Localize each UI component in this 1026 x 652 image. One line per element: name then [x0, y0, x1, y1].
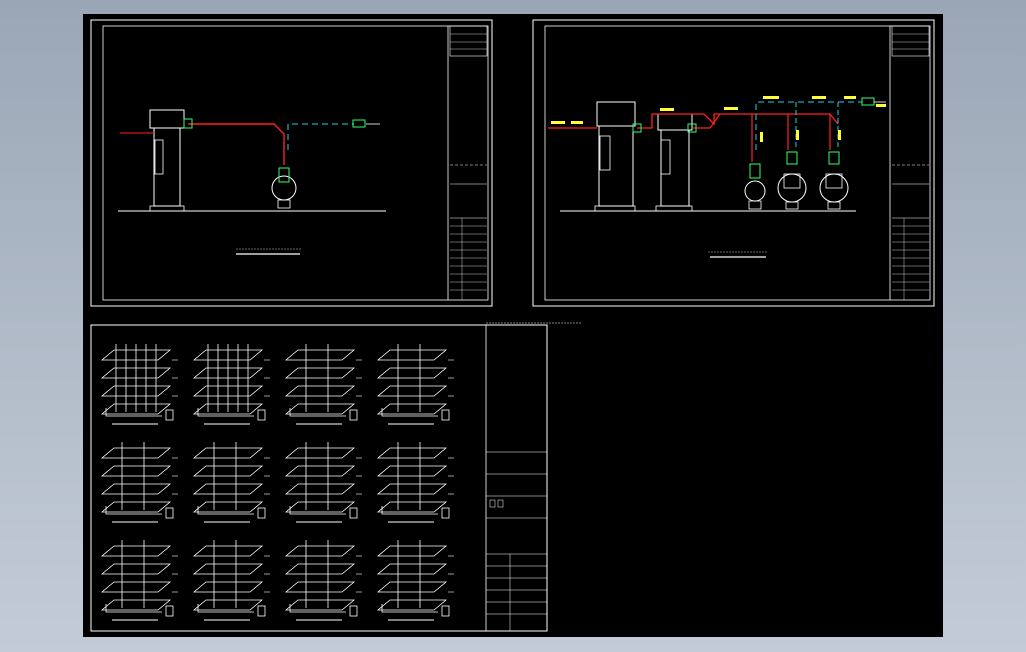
cad-viewport[interactable]: [0, 0, 1026, 652]
